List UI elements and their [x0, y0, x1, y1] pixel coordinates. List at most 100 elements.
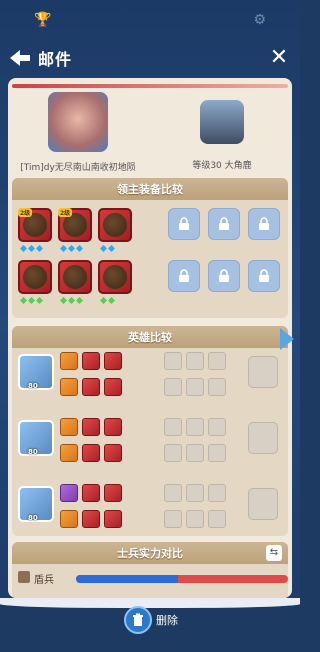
gem-row — [100, 297, 115, 304]
empty-equipment-slot — [186, 352, 204, 370]
gem-icon — [100, 245, 107, 252]
hero-equipment-slot[interactable] — [82, 444, 100, 462]
gem-icon — [108, 245, 115, 252]
equipment-slot[interactable] — [98, 260, 132, 294]
equipment-icon — [103, 213, 127, 237]
hero-level: 80 — [28, 448, 38, 456]
equipment-slot[interactable] — [98, 208, 132, 242]
delete-button[interactable] — [124, 606, 152, 634]
empty-equipment-slot — [186, 418, 204, 436]
hero-equipment-slot[interactable] — [104, 352, 122, 370]
lock-icon — [179, 217, 189, 230]
mail-panel: [Tim]dy无尽南山南收初地陨 等级30 大角鹿 领主装备比较 2级 2级 英雄… — [8, 78, 292, 598]
gem-row — [20, 245, 43, 252]
gem-icon — [100, 297, 107, 304]
player-name: 等级30 大角鹿 — [192, 161, 252, 171]
hero-equipment-slot[interactable] — [60, 444, 78, 462]
equipment-icon — [103, 265, 127, 289]
hero-avatar[interactable]: 80 — [18, 354, 54, 390]
equipment-icon — [63, 265, 87, 289]
hero-equipment-slot[interactable] — [82, 352, 100, 370]
gem-icon — [28, 297, 35, 304]
hero-equipment-slot[interactable] — [60, 510, 78, 528]
gem-row — [20, 297, 43, 304]
swap-icon[interactable]: ⇆ — [266, 545, 282, 561]
equipment-icon — [23, 265, 47, 289]
lock-icon — [219, 217, 229, 230]
hero-equipment-slot[interactable] — [60, 484, 78, 502]
gem-icon — [76, 245, 83, 252]
avatar — [200, 100, 244, 144]
back-arrow-icon — [10, 50, 30, 66]
empty-equipment-slot — [164, 444, 182, 462]
equipment-slot[interactable]: 2级 — [18, 208, 52, 242]
gem-icon — [108, 297, 115, 304]
trophy-icon[interactable]: 🏆 — [34, 12, 51, 28]
lock-icon — [219, 269, 229, 282]
hero-equipment-slot[interactable] — [82, 418, 100, 436]
equipment-slot[interactable] — [58, 260, 92, 294]
equipment-level: 2级 — [58, 208, 73, 217]
hero-equipment-slot[interactable] — [60, 378, 78, 396]
empty-hero-slot — [248, 488, 278, 520]
gem-icon — [20, 245, 27, 252]
lock-icon — [259, 269, 269, 282]
locked-slot — [168, 208, 200, 240]
empty-hero-slot — [248, 422, 278, 454]
equipment-slot[interactable]: 2级 — [58, 208, 92, 242]
empty-hero-slot — [248, 356, 278, 388]
close-button[interactable]: ✕ — [266, 45, 292, 71]
lock-icon — [179, 269, 189, 282]
hero-equipment-slot[interactable] — [82, 510, 100, 528]
gem-row — [100, 245, 115, 252]
hero-equipment-slot[interactable] — [60, 352, 78, 370]
window-header: 邮件 ✕ — [0, 40, 300, 76]
hero-equipment-slot[interactable] — [60, 418, 78, 436]
top-bar: 🏆 ⚙ — [0, 0, 300, 40]
gem-row — [60, 245, 83, 252]
soldier-comparison-section: 士兵实力对比 — [12, 542, 288, 598]
equipment-slot[interactable] — [18, 260, 52, 294]
empty-equipment-slot — [186, 378, 204, 396]
gem-icon — [76, 297, 83, 304]
empty-equipment-slot — [164, 378, 182, 396]
empty-equipment-slot — [186, 484, 204, 502]
hero-equipment-slot[interactable] — [104, 484, 122, 502]
hero-equipment-slot[interactable] — [104, 510, 122, 528]
section-title: 领主装备比较 — [12, 178, 288, 200]
equipment-level: 2级 — [18, 208, 33, 217]
hero-equipment-slot[interactable] — [104, 418, 122, 436]
empty-equipment-slot — [208, 352, 226, 370]
hero-equipment-slot[interactable] — [104, 444, 122, 462]
locked-slot — [168, 260, 200, 292]
player-right[interactable]: 等级30 大角鹿 — [152, 92, 292, 171]
gear-icon[interactable]: ⚙ — [253, 12, 266, 28]
hero-equipment-slot[interactable] — [82, 484, 100, 502]
gem-icon — [36, 245, 43, 252]
empty-equipment-slot — [164, 418, 182, 436]
locked-slot — [208, 260, 240, 292]
player-name: [Tim]dy无尽南山南收初地陨 — [20, 163, 136, 173]
section-title: 英雄比较 — [12, 326, 288, 348]
back-button[interactable] — [6, 44, 34, 72]
hero-avatar[interactable]: 80 — [18, 486, 54, 522]
hero-avatar[interactable]: 80 — [18, 420, 54, 456]
shield-icon — [18, 571, 30, 583]
snow-decoration — [0, 598, 300, 608]
gem-icon — [60, 297, 67, 304]
empty-equipment-slot — [164, 484, 182, 502]
player-left[interactable]: [Tim]dy无尽南山南收初地陨 — [8, 92, 148, 173]
avatar — [48, 92, 108, 152]
gem-icon — [60, 245, 67, 252]
locked-slot — [248, 208, 280, 240]
gem-icon — [36, 297, 43, 304]
empty-equipment-slot — [208, 510, 226, 528]
hero-equipment-slot[interactable] — [82, 378, 100, 396]
empty-equipment-slot — [208, 418, 226, 436]
page-title: 邮件 — [38, 50, 73, 69]
divider — [12, 84, 288, 88]
locked-slot — [208, 208, 240, 240]
trash-icon — [133, 613, 143, 626]
hero-equipment-slot[interactable] — [104, 378, 122, 396]
locked-slot — [248, 260, 280, 292]
